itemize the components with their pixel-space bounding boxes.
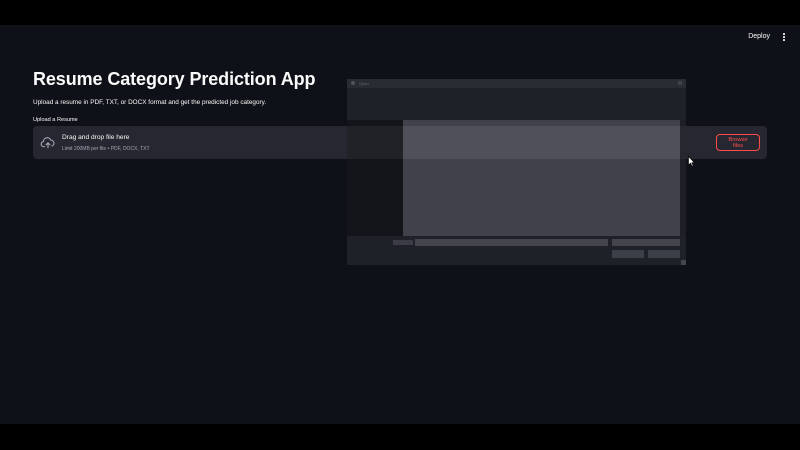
deploy-button[interactable]: Deploy [745,31,773,42]
kebab-dot [783,33,785,35]
dropzone-limit-text: Limit 200MB per file • PDF, DOCX, TXT [62,146,150,152]
browse-files-button[interactable]: Browse files [716,134,760,151]
dialog-open-button[interactable] [612,250,644,258]
dialog-resize-grip[interactable] [681,260,686,265]
kebab-dot [783,39,785,41]
dropzone-title: Drag and drop file here [62,134,130,141]
dialog-title: Open [359,81,369,86]
dialog-scrollbar[interactable] [680,120,686,236]
dialog-filename-input[interactable] [415,239,608,246]
page-subtitle: Upload a resume in PDF, TXT, or DOCX for… [33,99,267,106]
page-title: Resume Category Prediction App [33,69,316,89]
dialog-cancel-button[interactable] [648,250,680,258]
file-open-dialog[interactable]: Open [347,79,686,265]
kebab-dot [783,36,785,38]
dialog-filetype-select[interactable] [612,239,680,246]
dialog-app-icon [351,81,355,85]
file-uploader-label: Upload a Resume [33,117,78,123]
cloud-upload-icon [40,137,55,149]
app-viewport: Deploy Resume Category Prediction App Up… [0,25,800,424]
dialog-filename-label [393,240,413,245]
kebab-menu-icon[interactable] [781,31,787,43]
mouse-cursor-icon [688,156,695,167]
dialog-titlebar[interactable] [347,79,686,88]
dialog-close-icon[interactable] [678,81,682,85]
top-toolbar: Deploy [0,25,800,47]
dialog-file-list[interactable] [403,120,680,236]
dialog-places-sidebar[interactable] [347,120,403,236]
